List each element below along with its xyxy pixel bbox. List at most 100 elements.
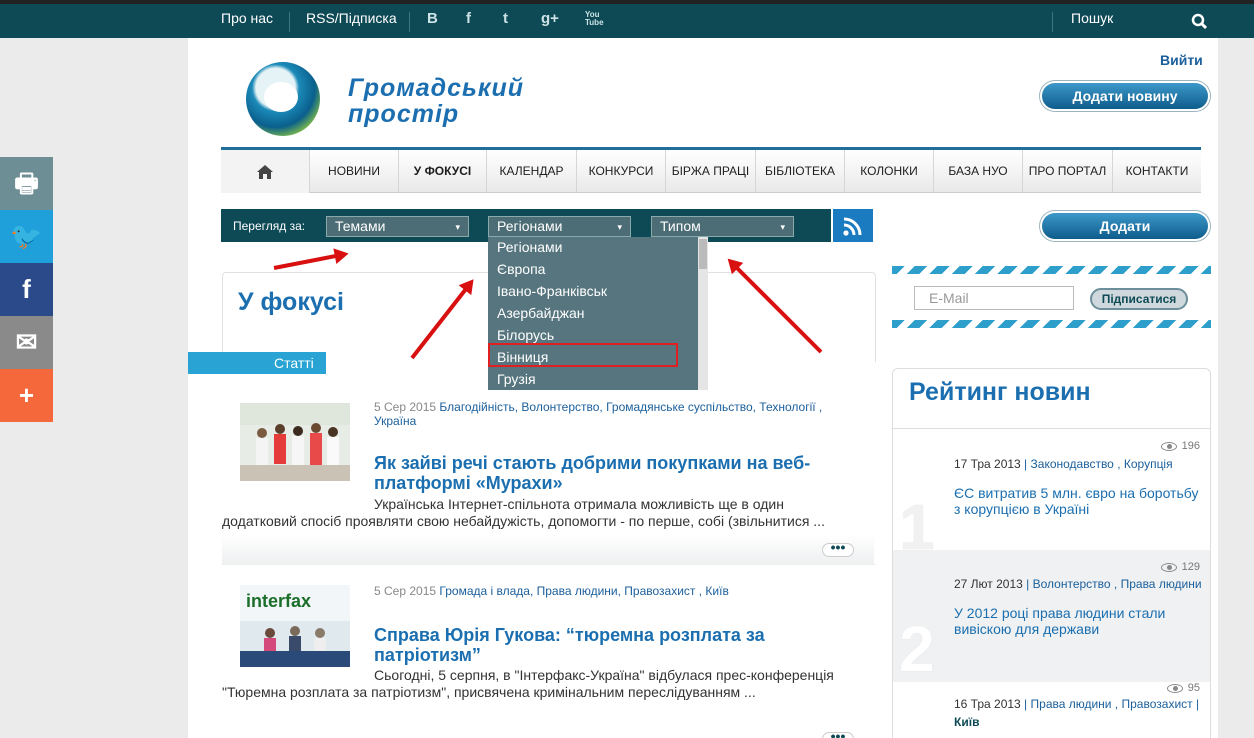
more-button[interactable]: ••• <box>822 729 854 738</box>
highlight-box <box>488 343 678 367</box>
article-excerpt-text: Українська Інтернет-спільнота отримала м… <box>222 496 825 529</box>
googleplus-icon[interactable]: g+ <box>541 10 559 27</box>
facebook-share-icon[interactable]: f <box>0 263 53 316</box>
dropdown-option[interactable]: Азербайджан <box>488 303 708 325</box>
rating-item: 2 129 27 Лют 2013 | Волонтерство , Права… <box>893 550 1210 685</box>
home-icon <box>257 165 273 179</box>
rating-number: 2 <box>899 613 935 685</box>
rating-tags[interactable]: Законодавство , Корупція <box>1031 457 1173 471</box>
type-select-value: Типом <box>660 218 701 234</box>
themes-select-value: Темами <box>335 218 386 234</box>
article-title[interactable]: Як зайві речі стають добрими покупками н… <box>374 453 844 493</box>
eye-icon <box>1166 683 1183 693</box>
facebook-icon[interactable]: f <box>466 10 471 27</box>
rating-item-title[interactable]: ЄС витратив 5 млн. євро на боротьбу з ко… <box>954 485 1206 517</box>
rating-meta: 27 Лют 2013 | Волонтерство , Права людин… <box>954 577 1202 591</box>
rating-item-title[interactable]: У 2012 році права людини стали вивіскою … <box>954 605 1206 637</box>
nav-item-columns[interactable]: КОЛОНКИ <box>845 150 934 193</box>
search-icon[interactable] <box>1191 13 1207 29</box>
article-date: 5 Сер 2015 <box>374 400 437 414</box>
rating-item: 95 16 Тра 2013 | Права людини , Правозах… <box>893 682 1210 738</box>
nav-item-contests[interactable]: КОНКУРСИ <box>577 150 666 193</box>
nav-home[interactable] <box>221 150 310 193</box>
rating-meta: 17 Тра 2013 | Законодавство , Корупція <box>954 457 1173 471</box>
rating-tags[interactable]: Волонтерство , Права людини <box>1033 577 1202 591</box>
add-button[interactable]: Додати <box>1042 213 1208 239</box>
rating-date: 27 Лют 2013 <box>954 577 1023 591</box>
themes-select[interactable]: Темами ▾ <box>326 216 469 237</box>
dropdown-scrollbar[interactable] <box>698 237 708 390</box>
top-bar: Про нас RSS/Підписка B f t g+ You Tube П… <box>0 0 1254 38</box>
email-field[interactable]: E-Mail <box>914 286 1074 310</box>
chevron-down-icon: ▾ <box>617 222 622 232</box>
regions-dropdown-list: Регіонами Європа Івано-Франківськ Азерба… <box>488 237 708 390</box>
nav-item-contacts[interactable]: КОНТАКТИ <box>1113 150 1201 193</box>
about-link[interactable]: Про нас <box>221 10 273 26</box>
article-excerpt-text: Сьогодні, 5 серпня, в "Інтерфакс-Україна… <box>222 667 834 700</box>
rating-title: Рейтинг новин <box>909 378 1091 406</box>
vk-icon[interactable]: B <box>427 10 438 27</box>
chevron-down-icon: ▾ <box>780 222 785 232</box>
rss-link[interactable]: RSS/Підписка <box>306 10 397 26</box>
article-title[interactable]: Справа Юрія Гукова: “тюремна розплата за… <box>374 625 844 665</box>
article-item: 5 Сер 2015 Благодійність, Волонтерство, … <box>222 385 876 565</box>
article-tags[interactable]: Благодійність, Волонтерство, Громадянськ… <box>374 400 822 428</box>
view-count-value: 95 <box>1187 682 1200 694</box>
twitter-icon[interactable]: t <box>503 10 508 27</box>
chevron-down-icon: ▾ <box>455 222 460 232</box>
main-nav: НОВИНИ У ФОКУСІ КАЛЕНДАР КОНКУРСИ БІРЖА … <box>221 147 1201 193</box>
view-count-value: 129 <box>1181 561 1200 573</box>
article-date: 5 Сер 2015 <box>374 584 437 598</box>
divider <box>1052 12 1053 32</box>
rating-tags[interactable]: Права людини , Правозахист | <box>1031 697 1200 711</box>
divider <box>289 12 290 32</box>
email-share-icon[interactable]: ✉ <box>0 316 53 369</box>
youtube-icon[interactable]: You Tube <box>585 11 605 27</box>
type-select[interactable]: Типом ▾ <box>651 216 794 237</box>
dropdown-option[interactable]: Регіонами <box>488 237 708 259</box>
logo-text-line2[interactable]: простір <box>348 100 459 129</box>
scrollbar-thumb[interactable] <box>699 239 707 269</box>
more-button[interactable]: ••• <box>822 540 854 557</box>
stripe-border <box>892 320 1211 328</box>
eye-icon <box>1160 441 1177 451</box>
more-share-icon[interactable]: + <box>0 369 53 422</box>
view-count: 196 <box>1160 440 1200 452</box>
regions-select[interactable]: Регіонами ▾ <box>488 216 631 237</box>
logo-text-line1[interactable]: Громадський <box>348 74 524 103</box>
rating-tags-extra[interactable]: Київ <box>954 715 979 729</box>
nav-item-about[interactable]: ПРО ПОРТАЛ <box>1023 150 1113 193</box>
nav-item-ngo-base[interactable]: БАЗА НУО <box>934 150 1023 193</box>
nav-item-library[interactable]: БІБЛІОТЕКА <box>756 150 845 193</box>
subscribe-button[interactable]: Підписатися <box>1090 288 1188 310</box>
search-link[interactable]: Пошук <box>1071 10 1113 26</box>
article-tags[interactable]: Громада і влада, Права людини, Правозахи… <box>439 584 728 598</box>
twitter-share-icon[interactable]: 🐦 <box>0 210 53 263</box>
logo-icon[interactable] <box>246 62 320 136</box>
nav-item-focus[interactable]: У ФОКУСІ <box>399 150 487 193</box>
nav-item-jobs[interactable]: БІРЖА ПРАЦІ <box>666 150 756 193</box>
rating-date: 16 Тра 2013 <box>954 697 1021 711</box>
article-image[interactable] <box>240 403 350 481</box>
dropdown-option[interactable]: Грузія <box>488 369 708 390</box>
nav-item-news[interactable]: НОВИНИ <box>310 150 399 193</box>
logout-link[interactable]: Вийти <box>1160 52 1203 68</box>
stripe-border <box>892 266 1211 274</box>
rating-item: 1 196 17 Тра 2013 | Законодавство , Кору… <box>893 430 1210 563</box>
divider <box>409 12 410 32</box>
nav-item-calendar[interactable]: КАЛЕНДАР <box>487 150 577 193</box>
print-icon[interactable]: 🖶 <box>0 157 53 210</box>
rating-date: 17 Тра 2013 <box>954 457 1021 471</box>
eye-icon <box>1160 562 1177 572</box>
regions-select-value: Регіонами <box>497 218 563 234</box>
article-image[interactable]: interfax <box>240 585 350 667</box>
dropdown-option[interactable]: Івано-Франківськ <box>488 281 708 303</box>
dropdown-option[interactable]: Європа <box>488 259 708 281</box>
tab-articles[interactable]: Статті <box>188 352 326 374</box>
divider <box>893 428 1210 429</box>
rss-button[interactable] <box>833 209 873 242</box>
rss-icon <box>843 217 862 236</box>
view-count: 129 <box>1160 561 1200 573</box>
view-count: 95 <box>1166 682 1200 694</box>
add-news-button[interactable]: Додати новину <box>1042 83 1208 109</box>
